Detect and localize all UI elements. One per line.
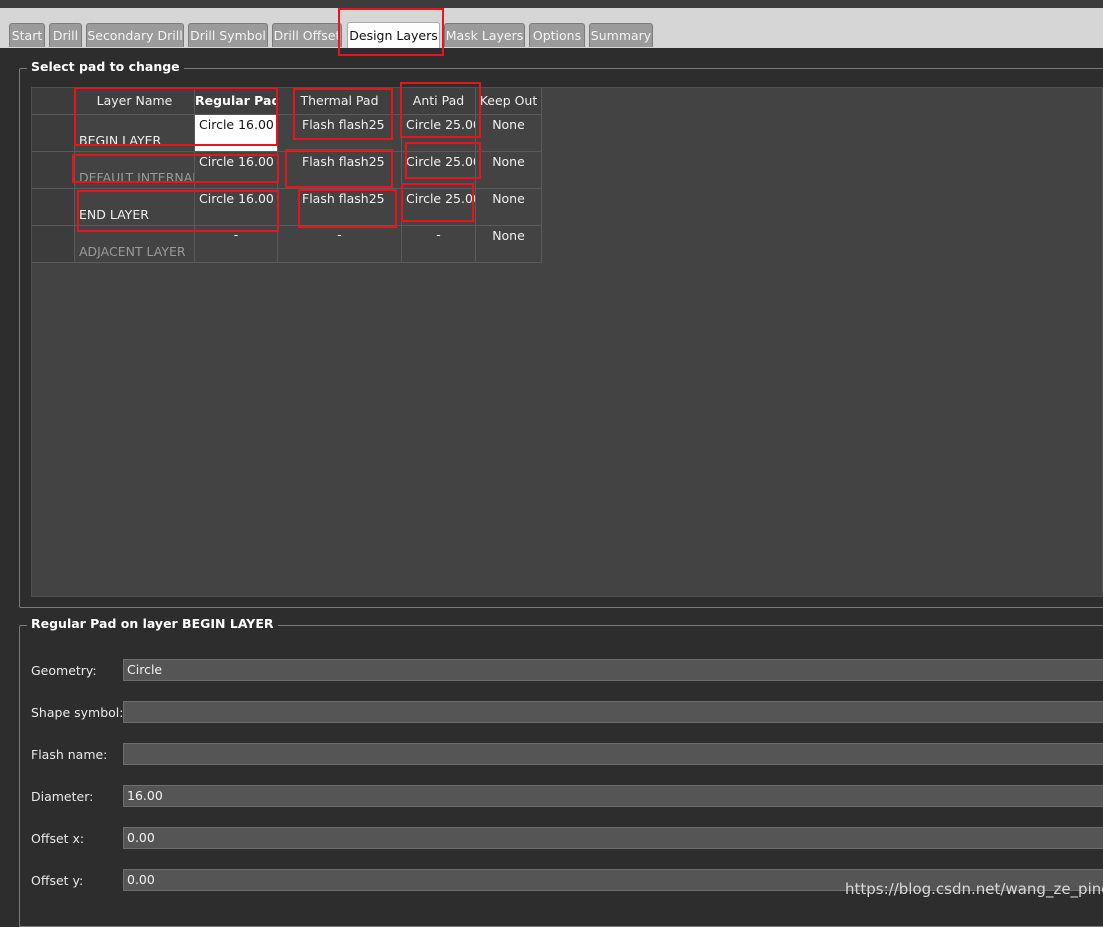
- thermal-pad-cell[interactable]: Flash flash25: [278, 115, 402, 152]
- keep-out-cell[interactable]: None: [476, 152, 542, 189]
- tab-design-layers[interactable]: Design Layers: [347, 22, 440, 48]
- tab-mask-layers[interactable]: Mask Layers: [444, 23, 525, 47]
- tab-options[interactable]: Options: [529, 23, 585, 47]
- thermal-pad-text: Flash flash25: [302, 117, 385, 132]
- shape-symbol-field[interactable]: [123, 701, 1103, 723]
- anti-pad-text: Circle 25.00: [406, 191, 476, 206]
- regular-pad-cell[interactable]: -: [195, 226, 278, 263]
- tab-start[interactable]: Start: [9, 23, 45, 47]
- tab-summary[interactable]: Summary: [589, 23, 653, 47]
- anti-pad-cell[interactable]: Circle 25.00: [402, 115, 476, 152]
- offset-x-field[interactable]: 0.00: [123, 827, 1103, 849]
- anti-pad-cell[interactable]: Circle 25.00: [402, 189, 476, 226]
- layer-name-text: ADJACENT LAYER: [79, 244, 186, 259]
- regular-pad-text: -: [233, 227, 239, 242]
- keep-out-cell[interactable]: None: [476, 115, 542, 152]
- row-header[interactable]: [32, 226, 75, 263]
- column-header-thermal-pad[interactable]: Thermal Pad: [278, 88, 402, 115]
- diameter-label: Diameter:: [31, 789, 94, 804]
- regular-pad-text: Circle 16.00: [199, 191, 274, 206]
- anti-pad-text: Circle 25.00: [406, 117, 476, 132]
- column-header-layer-name[interactable]: Layer Name: [75, 88, 195, 115]
- thermal-pad-text: Flash flash25: [302, 191, 385, 206]
- thermal-pad-cell[interactable]: Flash flash25: [278, 189, 402, 226]
- watermark-text: https://blog.csdn.net/wang_ze_ping: [845, 880, 1103, 898]
- keep-out-text: None: [492, 154, 525, 169]
- layer-name-text: END LAYER: [79, 207, 149, 222]
- layer-name-cell[interactable]: DEFAULT INTERNAL: [75, 152, 195, 189]
- anti-pad-cell[interactable]: Circle 25.00: [402, 152, 476, 189]
- shape-symbol-label: Shape symbol:: [31, 705, 124, 720]
- row-header[interactable]: [32, 189, 75, 226]
- select-pad-title: Select pad to change: [27, 59, 184, 74]
- layer-name-cell[interactable]: END LAYER: [75, 189, 195, 226]
- regular-pad-cell[interactable]: Circle 16.00: [195, 152, 278, 189]
- flash-name-field[interactable]: [123, 743, 1103, 765]
- keep-out-text: None: [492, 117, 525, 132]
- regular-pad-text: Circle 16.00: [199, 154, 274, 169]
- layer-name-text: BEGIN LAYER: [79, 133, 162, 148]
- anti-pad-cell[interactable]: -: [402, 226, 476, 263]
- geometry-field[interactable]: Circle: [123, 659, 1103, 681]
- tab-secondary-drill[interactable]: Secondary Drill: [86, 23, 184, 47]
- regular-pad-group-title: Regular Pad on layer BEGIN LAYER: [27, 616, 278, 631]
- tab-drill[interactable]: Drill: [49, 23, 82, 47]
- tab-drill-offset[interactable]: Drill Offset: [272, 23, 342, 47]
- layer-name-cell[interactable]: ADJACENT LAYER: [75, 226, 195, 263]
- flash-name-label: Flash name:: [31, 747, 108, 762]
- regular-pad-cell[interactable]: Circle 16.00: [195, 189, 278, 226]
- keep-out-cell[interactable]: None: [476, 226, 542, 263]
- regular-pad-cell[interactable]: Circle 16.00: [195, 115, 278, 152]
- column-header-regular-pad[interactable]: Regular Pad: [195, 88, 278, 115]
- column-header-keep-out[interactable]: Keep Out: [476, 88, 542, 115]
- anti-pad-text: Circle 25.00: [406, 154, 476, 169]
- keep-out-text: None: [492, 191, 525, 206]
- keep-out-text: None: [492, 228, 525, 243]
- layer-name-cell[interactable]: BEGIN LAYER: [75, 115, 195, 152]
- offset-x-label: Offset x:: [31, 831, 85, 846]
- geometry-label: Geometry:: [31, 663, 97, 678]
- thermal-pad-cell[interactable]: -: [278, 226, 402, 263]
- keep-out-cell[interactable]: None: [476, 189, 542, 226]
- anti-pad-text: -: [436, 227, 441, 242]
- offset-y-label: Offset y:: [31, 873, 84, 888]
- thermal-pad-text: -: [337, 227, 342, 242]
- layer-name-text: DEFAULT INTERNAL: [79, 170, 195, 185]
- regular-pad-text: Circle 16.00: [199, 117, 274, 132]
- thermal-pad-cell[interactable]: Flash flash25: [278, 152, 402, 189]
- tab-drill-symbol[interactable]: Drill Symbol: [188, 23, 268, 47]
- title-bar-strip: [0, 0, 1103, 8]
- thermal-pad-text: Flash flash25: [302, 154, 385, 169]
- column-header-anti-pad[interactable]: Anti Pad: [402, 88, 476, 115]
- table-corner: [32, 88, 75, 115]
- row-header[interactable]: [32, 115, 75, 152]
- diameter-field[interactable]: 16.00: [123, 785, 1103, 807]
- row-header[interactable]: [32, 152, 75, 189]
